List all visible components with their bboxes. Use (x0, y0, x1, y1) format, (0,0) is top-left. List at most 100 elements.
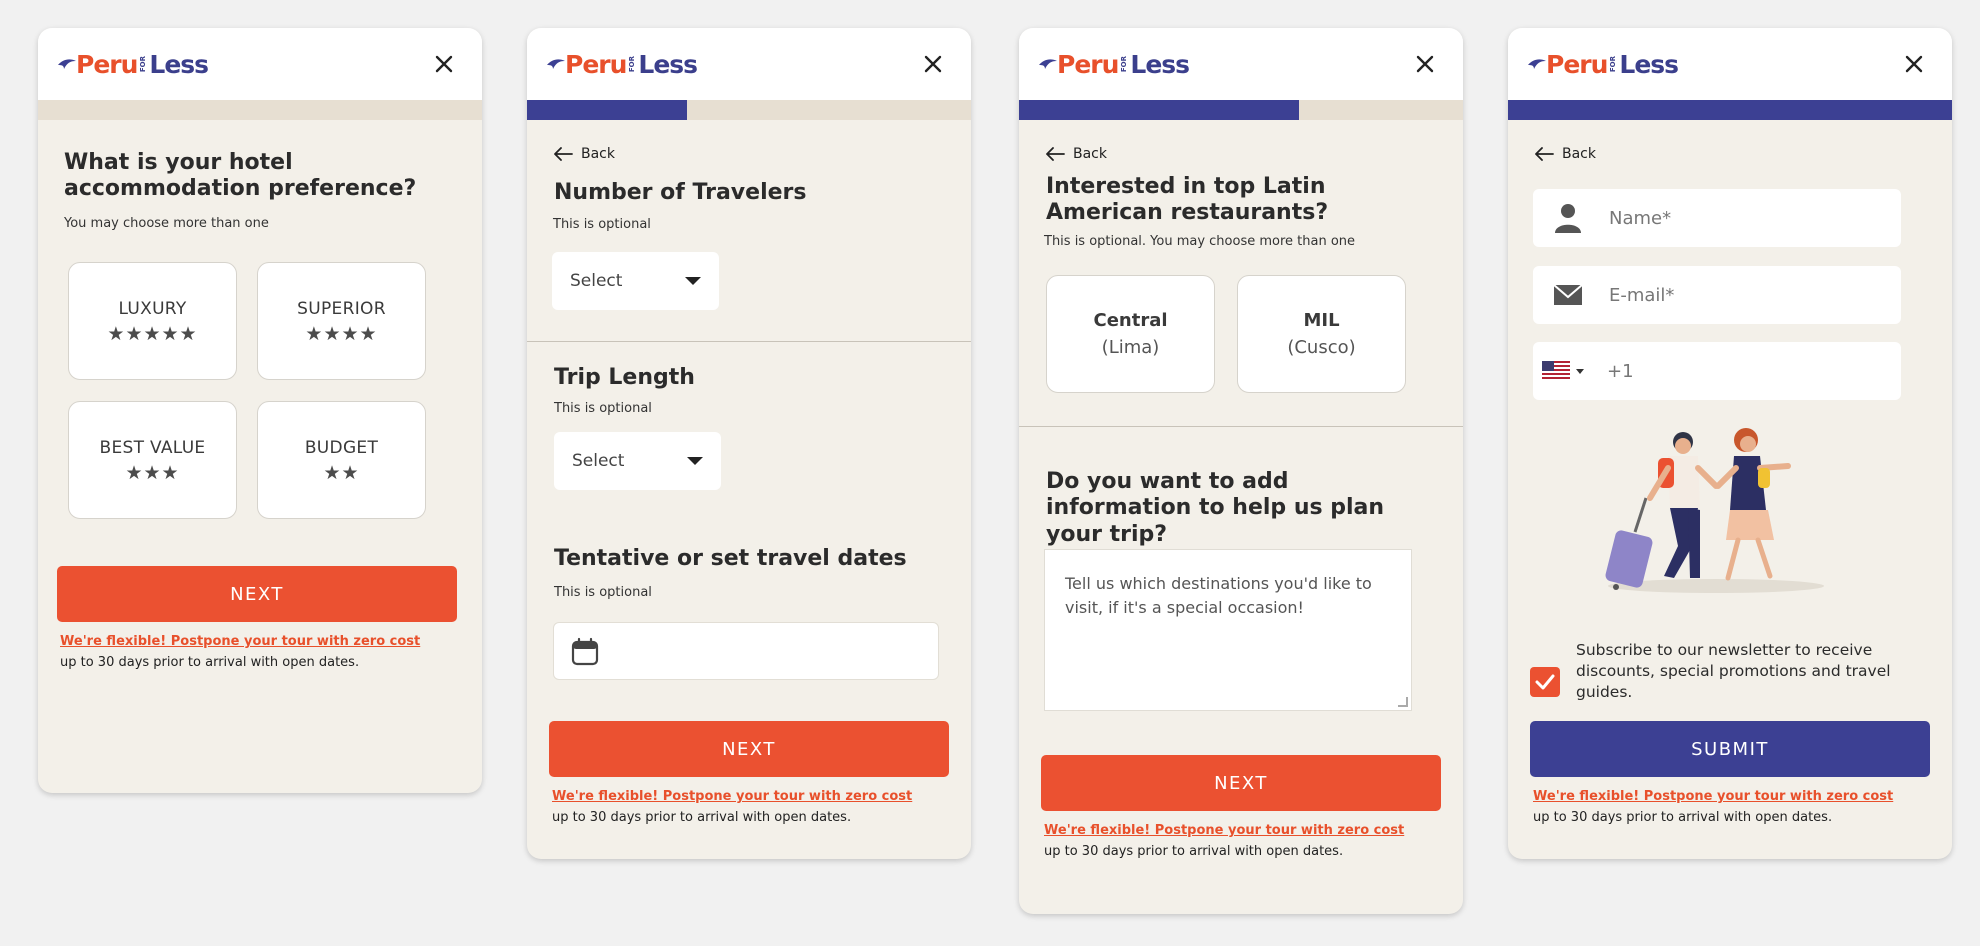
calendar-icon (571, 637, 599, 666)
restaurants-title: Interested in top Latin American restaur… (1046, 174, 1329, 226)
option-superior[interactable]: SUPERIOR ★★★★ (257, 262, 426, 380)
question-subtitle: You may choose more than one (64, 216, 269, 231)
logo-peru: Peru (565, 49, 627, 79)
arrow-left-icon (554, 147, 573, 161)
restaurants-subtitle: This is optional. You may choose more th… (1044, 234, 1356, 249)
logo-less: Less (1130, 49, 1190, 79)
travelers-subtitle: This is optional (553, 217, 651, 232)
star-rating-icon: ★★★ (125, 461, 180, 484)
logo-less: Less (638, 49, 698, 79)
travel-dates-input[interactable] (553, 622, 939, 680)
logo-for: FOR (1120, 55, 1129, 73)
trip-info-textarea[interactable]: Tell us which destinations you'd like to… (1044, 549, 1412, 711)
us-flag-icon (1542, 361, 1570, 381)
flexible-policy-link[interactable]: We're flexible! Postpone your tour with … (60, 634, 420, 649)
progress-bar (1019, 100, 1463, 120)
next-button[interactable]: NEXT (549, 721, 949, 777)
star-rating-icon: ★★★★★ (107, 322, 198, 345)
logo-less: Less (1619, 49, 1679, 79)
contact-step: Peru FOR Less Back Name* E-mail* +1 Subs… (1508, 28, 1952, 859)
logo-less: Less (149, 49, 209, 79)
envelope-icon (1533, 284, 1603, 306)
trip-length-select[interactable]: Select (554, 432, 721, 490)
name-placeholder: Name* (1609, 207, 1672, 229)
option-best-value[interactable]: BEST VALUE ★★★ (68, 401, 237, 519)
country-code-selector[interactable] (1533, 361, 1593, 381)
back-button[interactable]: Back (553, 146, 615, 162)
travelers-select[interactable]: Select (552, 252, 719, 310)
peru-for-less-logo: Peru FOR Less (547, 49, 698, 79)
trip-details-step: Peru FOR Less Back Number of Travelers T… (527, 28, 971, 859)
close-icon[interactable] (1413, 52, 1437, 76)
progress-fill (527, 100, 687, 120)
star-rating-icon: ★★★★ (305, 322, 378, 345)
flexible-policy-note: up to 30 days prior to arrival with open… (60, 655, 360, 670)
flexible-policy-note: up to 30 days prior to arrival with open… (552, 810, 852, 825)
back-button[interactable]: Back (1045, 146, 1107, 162)
option-budget[interactable]: BUDGET ★★ (257, 401, 426, 519)
next-button[interactable]: NEXT (57, 566, 457, 622)
travelers-title: Number of Travelers (554, 180, 807, 205)
close-icon[interactable] (921, 52, 945, 76)
progress-fill (1019, 100, 1299, 120)
card-header: Peru FOR Less (1019, 28, 1463, 100)
logo-peru: Peru (1057, 49, 1119, 79)
resize-handle-icon[interactable] (1398, 697, 1408, 707)
option-label: SUPERIOR (297, 298, 386, 319)
option-label: BUDGET (304, 437, 379, 458)
card-header: Peru FOR Less (527, 28, 971, 100)
option-central-lima[interactable]: Central (Lima) (1046, 275, 1215, 393)
logo-peru: Peru (76, 49, 138, 79)
travel-dates-subtitle: This is optional (554, 585, 652, 600)
back-label: Back (581, 146, 615, 162)
arrow-left-icon (1046, 147, 1065, 161)
user-icon (1533, 203, 1603, 233)
phone-prefix: +1 (1607, 360, 1634, 382)
condor-icon (1528, 59, 1546, 69)
option-luxury[interactable]: LUXURY ★★★★★ (68, 262, 237, 380)
email-field[interactable]: E-mail* (1533, 266, 1901, 324)
star-rating-icon: ★★ (323, 461, 360, 484)
progress-bar (1508, 100, 1952, 120)
condor-icon (547, 59, 565, 69)
progress-bar (38, 100, 482, 120)
travelers-illustration (1605, 428, 1824, 593)
info-title: Do you want to add information to help u… (1046, 469, 1385, 547)
logo-peru: Peru (1546, 49, 1608, 79)
logo-for: FOR (139, 55, 148, 73)
divider (527, 341, 971, 342)
peru-for-less-logo: Peru FOR Less (1528, 49, 1679, 79)
back-label: Back (1562, 146, 1596, 162)
back-label: Back (1073, 146, 1107, 162)
back-button[interactable]: Back (1534, 146, 1596, 162)
next-button[interactable]: NEXT (1041, 755, 1441, 811)
newsletter-label: Subscribe to our newsletter to receive d… (1576, 641, 1891, 701)
divider (1019, 426, 1463, 427)
chevron-down-icon (1576, 368, 1584, 374)
progress-bar (527, 100, 971, 120)
select-value: Select (570, 271, 623, 291)
trip-length-title: Trip Length (554, 365, 695, 390)
option-label: BEST VALUE (99, 437, 206, 458)
flexible-policy-link[interactable]: We're flexible! Postpone your tour with … (1044, 823, 1404, 838)
condor-icon (58, 59, 76, 69)
progress-fill (1508, 100, 1952, 120)
phone-field[interactable]: +1 (1533, 342, 1901, 400)
option-mil-cusco[interactable]: MIL (Cusco) (1237, 275, 1406, 393)
chevron-down-icon (685, 277, 701, 285)
submit-button[interactable]: SUBMIT (1530, 721, 1930, 777)
email-placeholder: E-mail* (1609, 284, 1675, 306)
name-field[interactable]: Name* (1533, 189, 1901, 247)
restaurant-name: Central (1093, 310, 1168, 331)
flexible-policy-link[interactable]: We're flexible! Postpone your tour with … (552, 789, 912, 804)
travel-dates-title: Tentative or set travel dates (554, 546, 907, 571)
flexible-policy-link[interactable]: We're flexible! Postpone your tour with … (1533, 789, 1893, 804)
restaurants-step: Peru FOR Less Back Interested in top Lat… (1019, 28, 1463, 914)
chevron-down-icon (687, 457, 703, 465)
flexible-policy-note: up to 30 days prior to arrival with open… (1044, 844, 1344, 859)
restaurant-city: (Lima) (1101, 337, 1160, 358)
close-icon[interactable] (1902, 52, 1926, 76)
newsletter-checkbox[interactable] (1530, 667, 1560, 697)
hotel-preference-step: Peru FOR Less What is your hotel accommo… (38, 28, 482, 793)
close-icon[interactable] (432, 52, 456, 76)
